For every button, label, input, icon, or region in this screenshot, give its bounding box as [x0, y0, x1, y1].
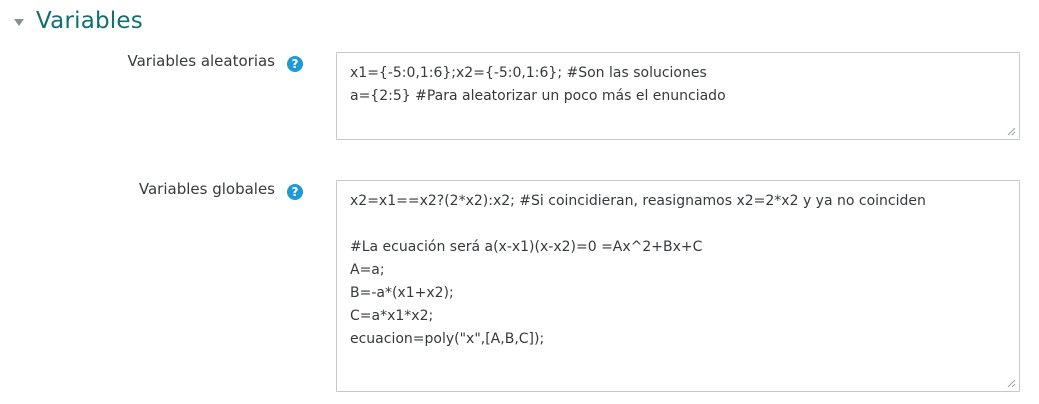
field-label-random-vars: Variables aleatorias — [127, 52, 276, 70]
caret-down-icon — [14, 18, 24, 26]
section-title: Variables — [36, 8, 143, 34]
resize-grip-icon[interactable] — [1007, 127, 1016, 136]
help-icon[interactable]: ? — [287, 56, 303, 72]
random-vars-text: x1={-5:0,1:6};x2={-5:0,1:6}; #Son las so… — [350, 65, 726, 104]
field-label-global-vars: Variables globales — [138, 180, 275, 198]
resize-grip-icon[interactable] — [1007, 379, 1016, 388]
section-toggle-variables[interactable]: Variables — [14, 8, 143, 34]
global-vars-text: x2=x1==x2?(2*x2):x2; #Si coincidieran, r… — [350, 193, 926, 347]
global-vars-textarea[interactable]: x2=x1==x2?(2*x2):x2; #Si coincidieran, r… — [336, 180, 1020, 392]
random-vars-textarea[interactable]: x1={-5:0,1:6};x2={-5:0,1:6}; #Son las so… — [336, 52, 1020, 140]
help-icon[interactable]: ? — [287, 184, 303, 200]
